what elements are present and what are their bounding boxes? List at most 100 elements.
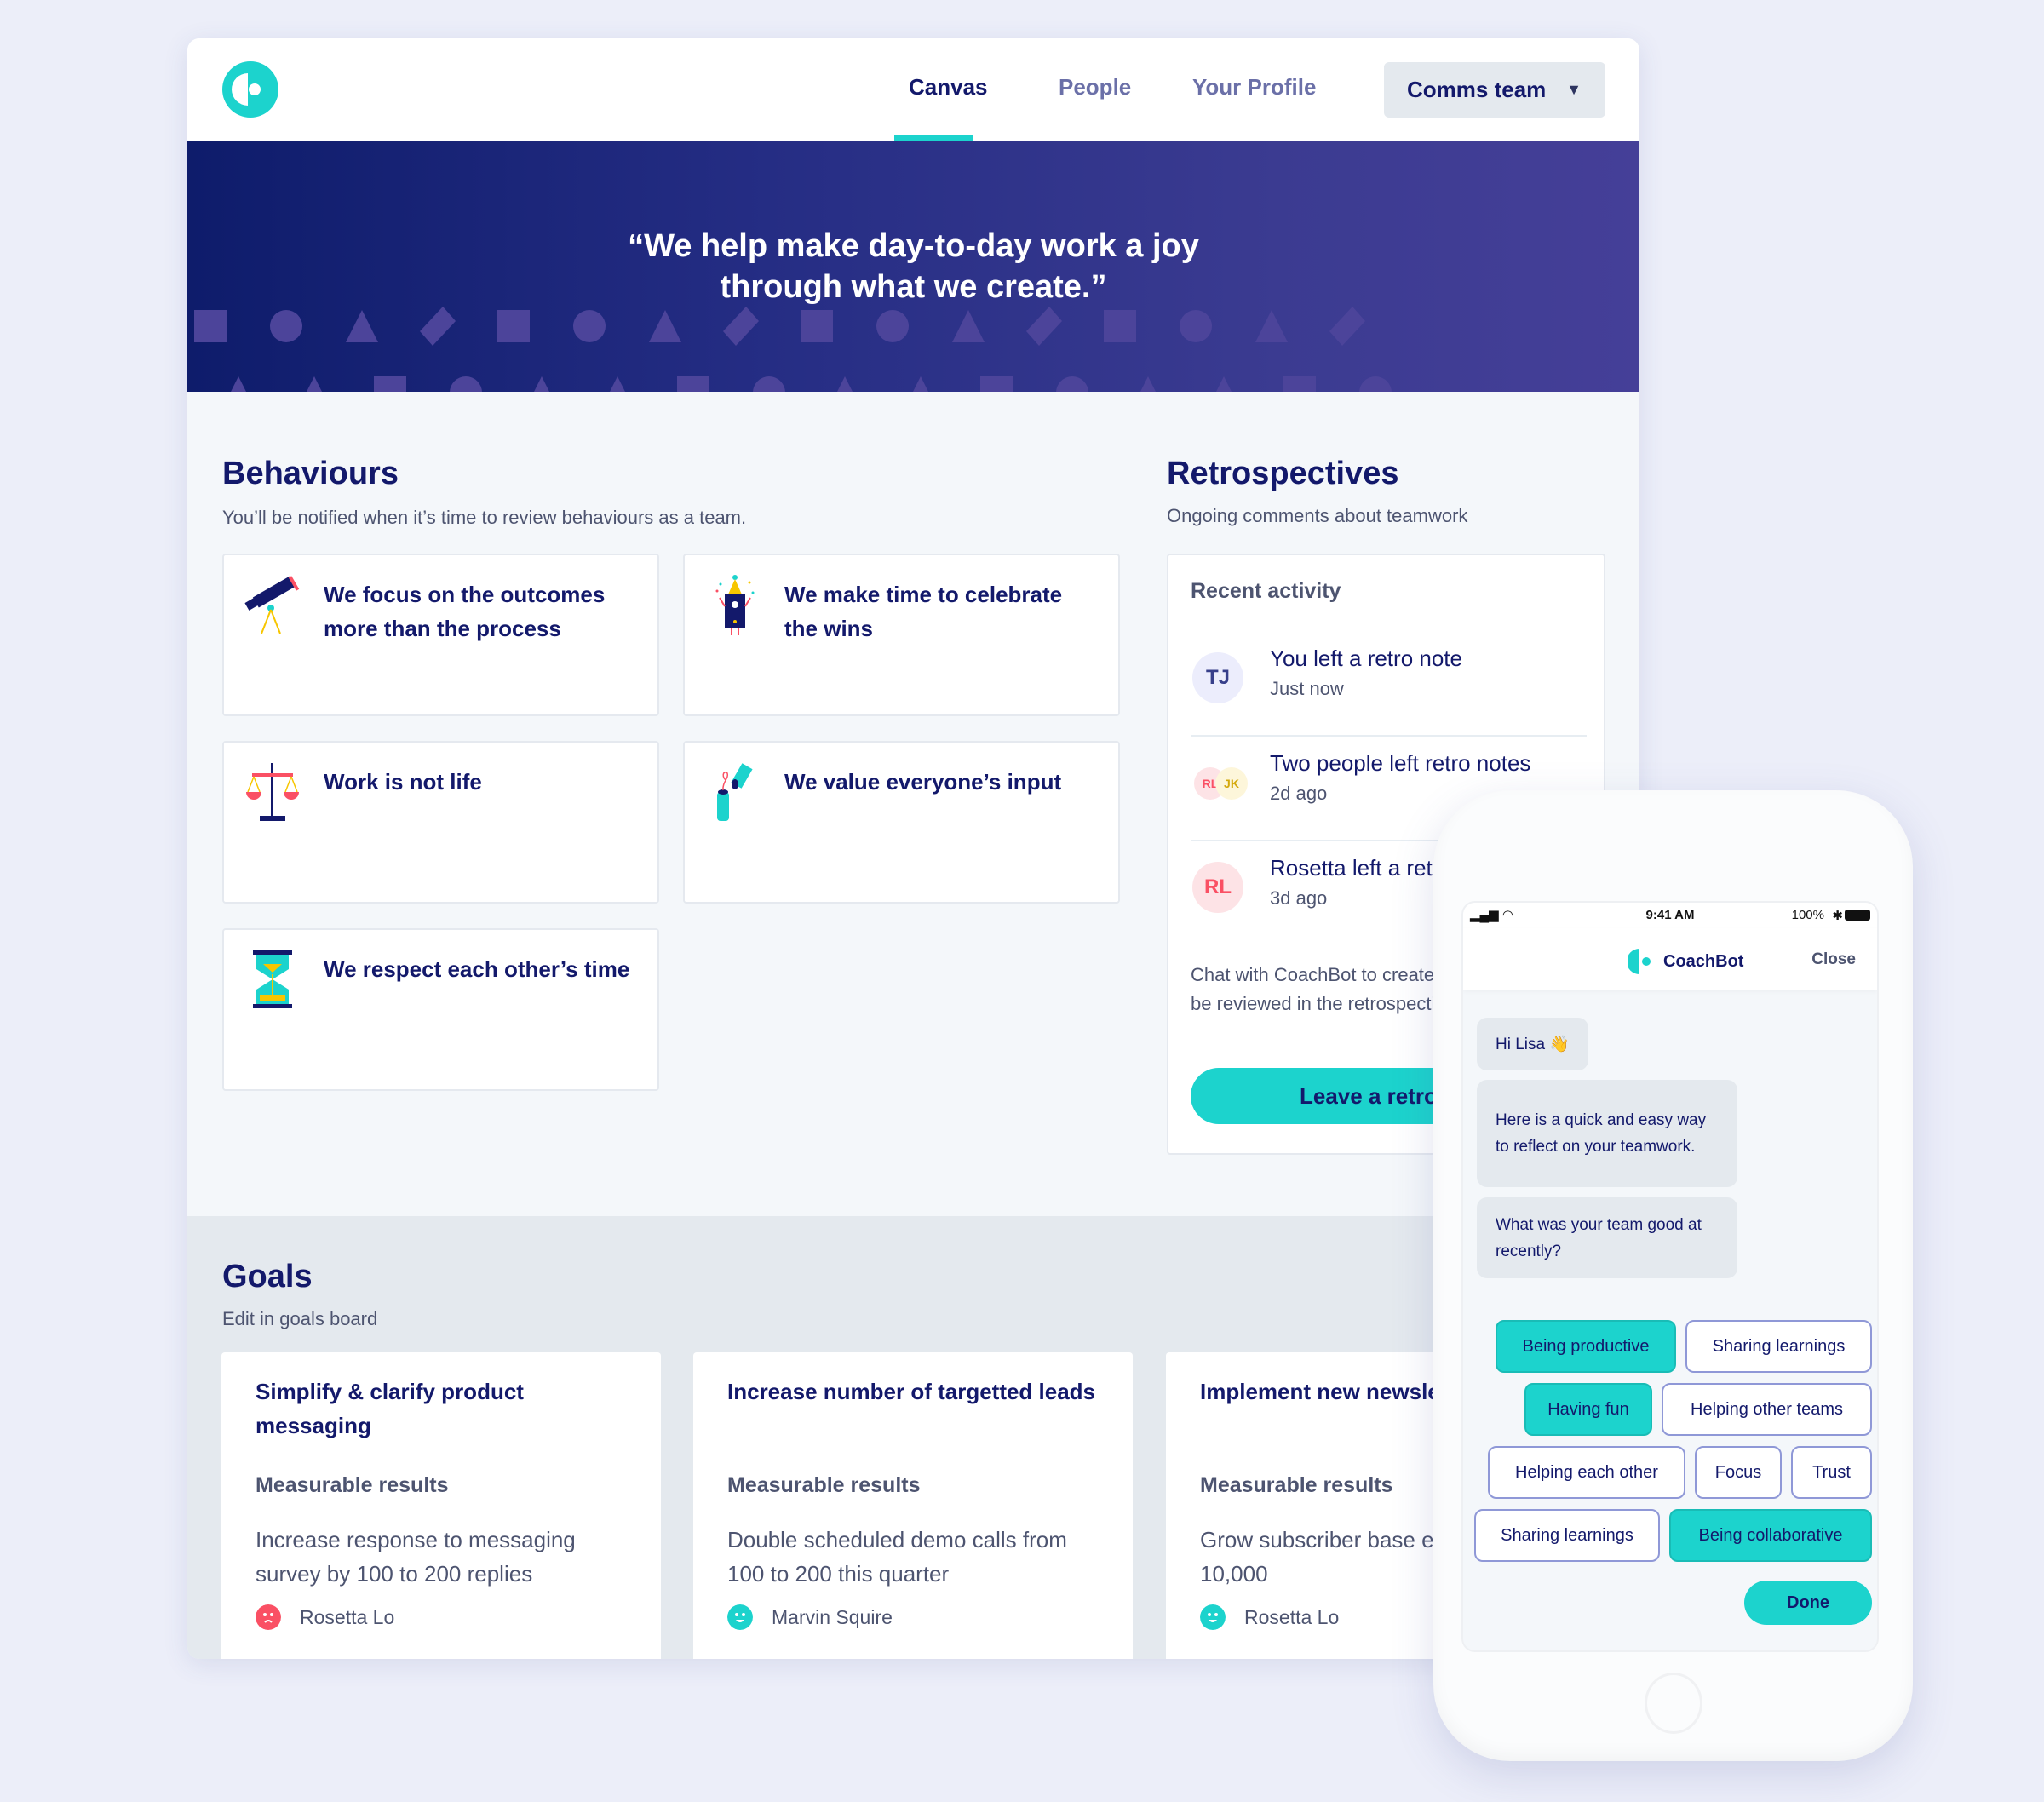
behaviour-label: We respect each other’s time [324,956,630,982]
nav-tab-people[interactable]: People [1059,74,1131,100]
goal-card[interactable]: Increase number of targetted leads Measu… [693,1352,1133,1659]
app-logo-icon[interactable] [222,61,278,118]
banner-shape [1180,310,1212,342]
behaviour-card[interactable]: We make time to celebrate the wins [683,554,1120,716]
caret-down-icon: ▼ [1566,81,1582,98]
banner-shape [723,307,759,346]
behaviour-card[interactable]: We focus on the outcomes more than the p… [222,554,659,716]
scales-icon [246,763,299,821]
banner-shape [1104,310,1136,342]
option-chip[interactable]: Helping each other [1488,1446,1685,1499]
banner-shape [497,310,530,342]
battery-percent: 100% [1791,908,1824,922]
chat-message: What was your team good at recently? [1477,1197,1737,1278]
sad-face-icon [256,1604,281,1630]
activity-time: 3d ago [1270,887,1328,909]
activity-text: You left a retro note [1270,646,1462,671]
banner-shape [876,310,909,342]
option-chip[interactable]: Helping other teams [1662,1383,1872,1436]
banner-shape [913,376,928,392]
top-nav-bar: Canvas People Your Profile Comms team ▼ [187,38,1639,141]
retrospectives-title: Retrospectives [1167,456,1399,491]
phone-mockup: ▂▄▆ ◠ 9:41 AM ✱ 100% CoachBot Close Hi L… [1433,790,1913,1761]
app-window: Canvas People Your Profile Comms team ▼ … [187,38,1639,1659]
activity-time: 2d ago [1270,783,1328,804]
measurable-results-label: Measurable results [1200,1473,1393,1497]
behaviour-label: We make time to celebrate the wins [784,582,1063,641]
goal-title: Increase number of targetted leads [727,1379,1096,1404]
close-button[interactable]: Close [1811,950,1856,969]
coachbot-name: CoachBot [1663,951,1744,971]
behaviour-card[interactable]: We respect each other’s time [222,928,659,1091]
banner-shape [952,310,985,342]
measurable-results-label: Measurable results [727,1473,921,1497]
banner-shape [801,310,833,342]
telescope-icon [244,576,300,634]
banner-shape [1026,307,1062,346]
coachbot-title: CoachBot [1628,949,1743,974]
avatar: JK [1215,767,1248,800]
banner-shape [677,376,709,392]
option-chip[interactable]: Trust [1791,1446,1872,1499]
goal-owner-name: Marvin Squire [772,1605,893,1628]
mission-quote: “We help make day-to-day work a joy thro… [187,226,1639,307]
behaviours-subtitle: You’ll be notified when it’s time to rev… [222,507,747,528]
party-robot-icon [715,575,755,635]
chat-header: CoachBot Close [1463,928,1877,990]
team-select-value: Comms team [1407,77,1547,102]
home-button[interactable] [1645,1673,1702,1734]
banner-shape [610,376,625,392]
chat-message: Here is a quick and easy way to reflect … [1477,1080,1737,1187]
nav-tab-your-profile[interactable]: Your Profile [1192,74,1316,100]
quote-line-2: through what we create.” [720,269,1107,305]
nav-tab-canvas[interactable]: Canvas [909,74,988,100]
banner-shape [307,376,322,392]
option-chip[interactable]: Sharing learnings [1474,1509,1660,1562]
behaviour-card[interactable]: Work is not life [222,741,659,904]
recent-activity-title: Recent activity [1191,579,1341,603]
activity-item[interactable]: TJ You left a retro note Just now [1191,632,1587,737]
banner-shape [534,376,549,392]
behaviour-label: Work is not life [324,769,482,795]
banner-shape [450,376,482,392]
done-button[interactable]: Done [1744,1581,1872,1625]
avatar: TJ [1192,652,1243,703]
banner-shape [270,310,302,342]
banner-shape [346,310,378,342]
banner-shape [753,376,785,392]
coachbot-logo-icon [1628,949,1651,974]
banner-shape [1283,376,1316,392]
avatar: RL [1192,862,1243,913]
option-chip[interactable]: Focus [1695,1446,1782,1499]
happy-face-icon [1200,1604,1226,1630]
goal-owner: Rosetta Lo [1200,1604,1339,1630]
goal-result: Increase response to messaging survey by… [256,1527,576,1587]
option-chip[interactable]: Sharing learnings [1685,1320,1872,1373]
banner-shape [231,376,246,392]
behaviour-label: We focus on the outcomes more than the p… [324,582,606,641]
retrospectives-subtitle: Ongoing comments about teamwork [1167,505,1468,526]
option-chip[interactable]: Being collaborative [1669,1509,1872,1562]
status-bar: ▂▄▆ ◠ 9:41 AM ✱ 100% [1463,903,1877,928]
activity-text: Two people left retro notes [1270,750,1531,776]
banner-shape [980,376,1013,392]
goals-subtitle[interactable]: Edit in goals board [222,1308,377,1330]
team-select-dropdown[interactable]: Comms team ▼ [1384,62,1605,118]
goal-result: Double scheduled demo calls from 100 to … [727,1527,1067,1587]
measurable-results-label: Measurable results [256,1473,449,1497]
activity-time: Just now [1270,678,1344,699]
banner-shape [1329,307,1365,346]
option-chip[interactable]: Being productive [1496,1320,1676,1373]
goal-card[interactable]: Simplify & clarify product messaging Mea… [221,1352,661,1659]
banner-shape [573,310,606,342]
behaviour-card[interactable]: We value everyone’s input [683,741,1120,904]
banner-shape [837,376,853,392]
option-chip[interactable]: Having fun [1524,1383,1652,1436]
bluetooth-icon: ✱ [1832,909,1843,923]
banner-shape [420,307,456,346]
behaviour-label: We value everyone’s input [784,769,1062,795]
banner-shape [1140,376,1156,392]
banner-shape [1359,376,1392,392]
coachbot-chat-screen: ▂▄▆ ◠ 9:41 AM ✱ 100% CoachBot Close Hi L… [1461,901,1879,1652]
mission-banner: “We help make day-to-day work a joy thro… [187,141,1639,392]
